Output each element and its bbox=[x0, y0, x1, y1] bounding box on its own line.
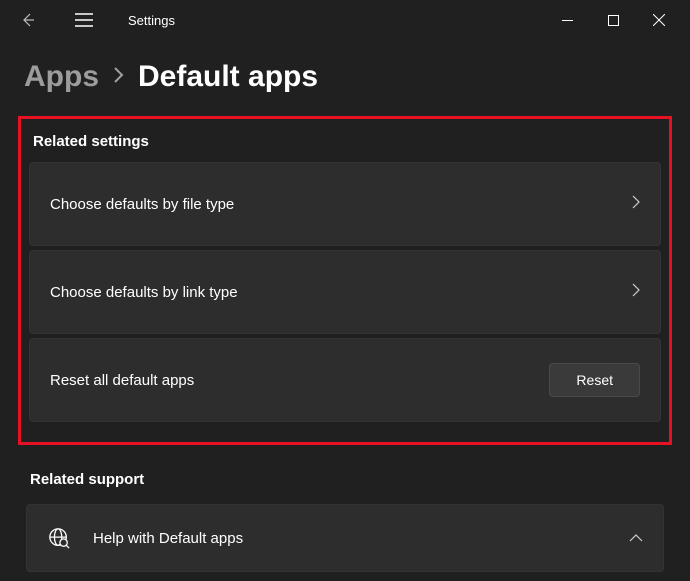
maximize-icon bbox=[608, 15, 619, 26]
minimize-icon bbox=[562, 15, 573, 26]
menu-button[interactable] bbox=[64, 0, 104, 40]
maximize-button[interactable] bbox=[590, 0, 636, 40]
file-type-label: Choose defaults by file type bbox=[50, 196, 632, 213]
chevron-right-icon bbox=[113, 66, 124, 89]
choose-defaults-file-type-row[interactable]: Choose defaults by file type bbox=[29, 162, 661, 246]
globe-search-icon bbox=[47, 527, 71, 549]
help-label: Help with Default apps bbox=[93, 530, 629, 547]
help-default-apps-row[interactable]: Help with Default apps bbox=[26, 504, 664, 572]
related-support-title: Related support bbox=[30, 471, 664, 488]
close-button[interactable] bbox=[636, 0, 682, 40]
hamburger-icon bbox=[75, 13, 93, 27]
related-settings-title: Related settings bbox=[33, 133, 661, 150]
link-type-label: Choose defaults by link type bbox=[50, 284, 632, 301]
breadcrumb-parent[interactable]: Apps bbox=[24, 60, 99, 94]
minimize-button[interactable] bbox=[544, 0, 590, 40]
reset-defaults-row: Reset all default apps Reset bbox=[29, 338, 661, 422]
back-button[interactable] bbox=[8, 0, 48, 40]
titlebar-left: Settings bbox=[8, 0, 175, 40]
reset-label: Reset all default apps bbox=[50, 372, 549, 389]
chevron-right-icon bbox=[632, 283, 640, 302]
arrow-left-icon bbox=[20, 12, 36, 28]
chevron-right-icon bbox=[632, 195, 640, 214]
titlebar: Settings bbox=[0, 0, 690, 40]
chevron-up-icon bbox=[629, 529, 643, 547]
related-settings-section: Related settings Choose defaults by file… bbox=[18, 116, 672, 445]
window-controls bbox=[544, 0, 682, 40]
close-icon bbox=[653, 14, 665, 26]
breadcrumb: Apps Default apps bbox=[0, 40, 690, 116]
related-support-section: Related support Help with Default apps bbox=[26, 471, 664, 572]
reset-button[interactable]: Reset bbox=[549, 363, 640, 397]
choose-defaults-link-type-row[interactable]: Choose defaults by link type bbox=[29, 250, 661, 334]
breadcrumb-current: Default apps bbox=[138, 60, 318, 94]
app-title: Settings bbox=[128, 13, 175, 28]
